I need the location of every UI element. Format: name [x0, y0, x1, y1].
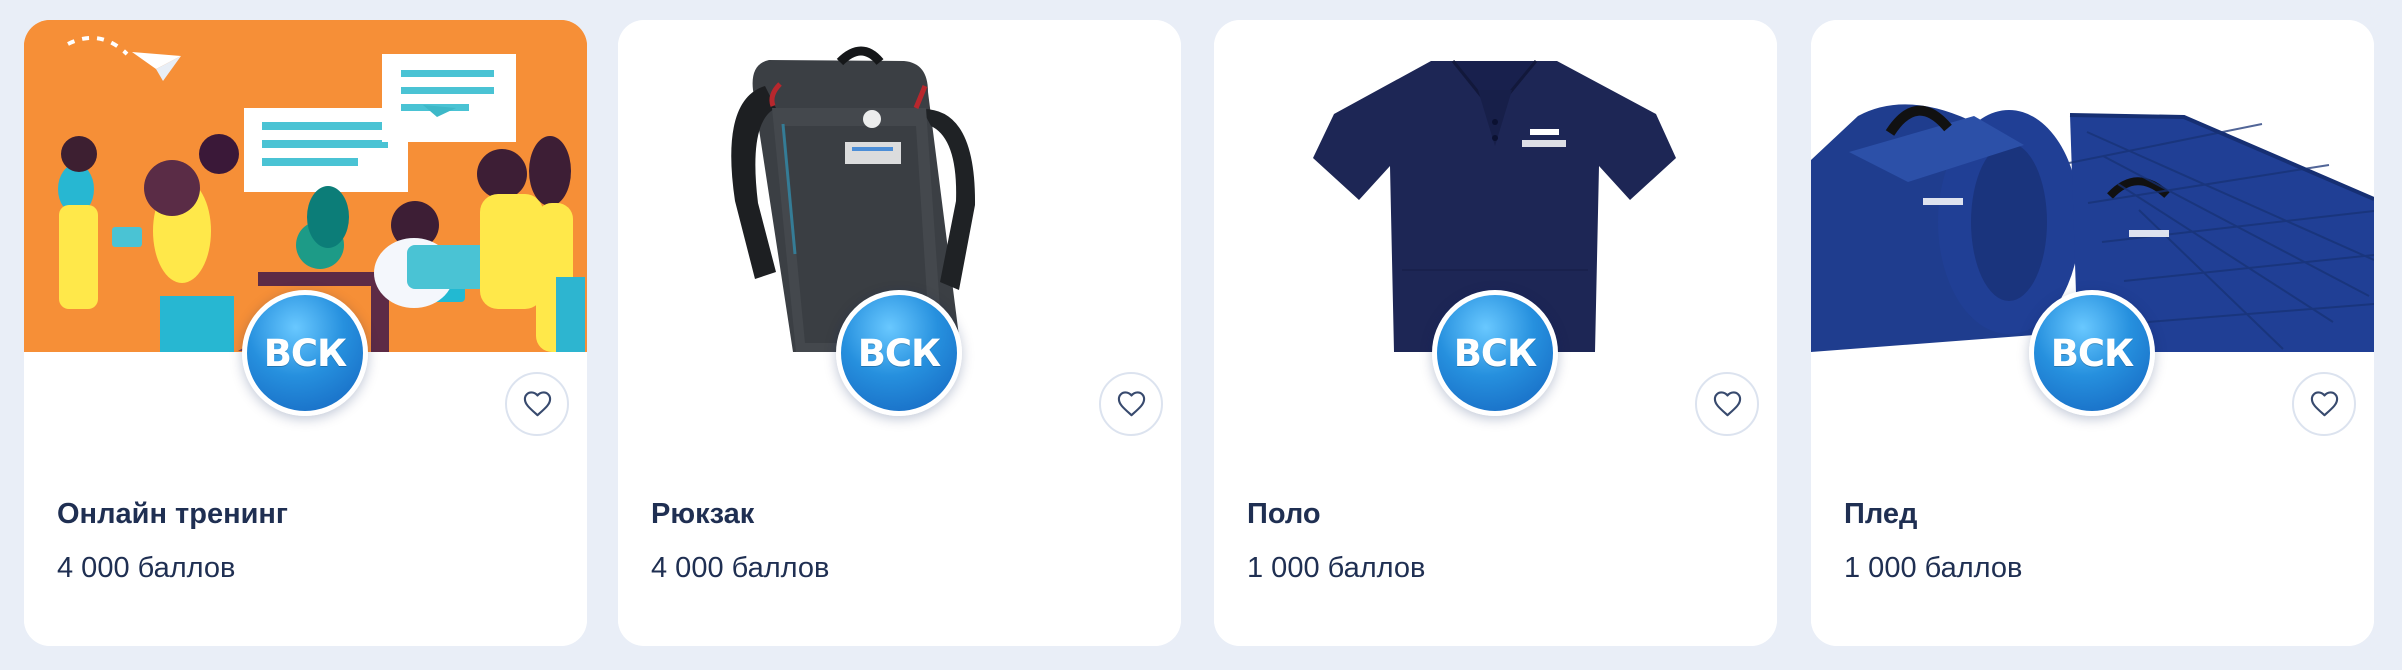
brand-logo: ВСК — [2029, 290, 2155, 416]
favorite-button[interactable] — [1099, 372, 1163, 436]
brand-logo: ВСК — [242, 290, 368, 416]
product-card-online-training[interactable]: ВСК Онлайн тренинг 4 000 баллов — [24, 20, 587, 646]
product-title: Рюкзак — [651, 498, 755, 530]
favorite-button[interactable] — [505, 372, 569, 436]
product-card-blanket[interactable]: ВСК Плед 1 000 баллов — [1811, 20, 2374, 646]
product-title: Онлайн тренинг — [57, 498, 289, 530]
product-price: 4 000 баллов — [651, 552, 830, 584]
product-card-polo[interactable]: ВСК Поло 1 000 баллов — [1214, 20, 1777, 646]
product-price: 4 000 баллов — [57, 552, 236, 584]
brand-logo-label: ВСК — [263, 331, 348, 375]
brand-logo-label: ВСК — [1453, 331, 1538, 375]
product-grid: ВСК Онлайн тренинг 4 000 баллов ВСК Рюкз… — [24, 20, 2378, 646]
product-title: Поло — [1247, 498, 1321, 530]
brand-logo-label: ВСК — [2050, 331, 2135, 375]
heart-icon — [1117, 390, 1145, 416]
product-title: Плед — [1844, 498, 1918, 530]
product-price: 1 000 баллов — [1247, 552, 1426, 584]
brand-logo: ВСК — [1432, 290, 1558, 416]
heart-icon — [523, 390, 551, 416]
product-card-backpack[interactable]: ВСК Рюкзак 4 000 баллов — [618, 20, 1181, 646]
brand-logo: ВСК — [836, 290, 962, 416]
favorite-button[interactable] — [2292, 372, 2356, 436]
brand-logo-label: ВСК — [857, 331, 942, 375]
heart-icon — [2310, 390, 2338, 416]
heart-icon — [1713, 390, 1741, 416]
product-price: 1 000 баллов — [1844, 552, 2023, 584]
favorite-button[interactable] — [1695, 372, 1759, 436]
